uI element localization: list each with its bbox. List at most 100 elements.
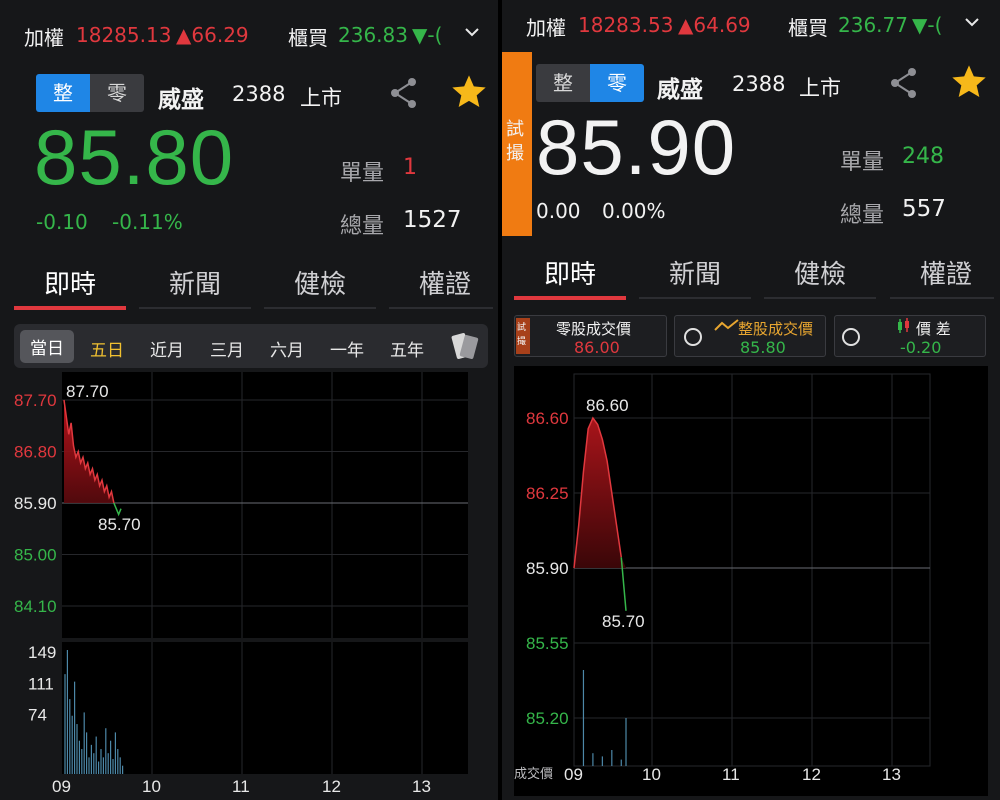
range-today[interactable]: 當日 [20,330,74,363]
trend-icon [714,318,740,338]
star-icon[interactable] [448,72,490,116]
price-change-pct: 0.00% [602,199,666,223]
stock-code: 2388 [232,82,286,106]
y-tick-label: 86.80 [14,443,57,462]
unit-volume: 1 [403,155,417,180]
range-6month[interactable]: 六月 [270,336,304,361]
tab-underline [764,297,876,299]
total-volume: 1527 [403,207,462,233]
tab-underline [139,307,251,309]
trial-mini-label: 試撮 [517,323,527,347]
tab-checkup[interactable]: 健檢 [264,264,376,301]
radio-diff[interactable] [842,328,860,346]
plot-area [573,373,931,767]
volume-tick-label: 74 [28,705,47,724]
tab-warrants[interactable]: 權證 [389,264,498,301]
tab-checkup[interactable]: 健檢 [764,254,876,291]
unit-volume-label: 單量 [340,161,385,186]
tab-underline [264,307,376,309]
range-5day[interactable]: 五日 [90,336,124,361]
x-tick-label: 11 [722,765,740,784]
tab-underline [890,297,994,299]
stock-name: 威盛 [657,77,703,103]
x-tick-label: 09 [52,777,71,796]
y-tick-label: 85.55 [526,634,569,653]
y-tick-label: 86.25 [526,484,569,503]
odd-lot-button[interactable]: 零 [590,64,644,102]
taiex-value: 18283.53 [578,13,674,37]
price-change: 0.00 [536,199,581,223]
y-tick-label: 85.20 [526,709,569,728]
intraday-chart: 87.70 86.80 85.90 85.00 84.10 87.70 85.70 149 11… [14,372,468,796]
last-price: 85.90 [536,103,737,191]
chevron-down-icon[interactable] [962,12,982,36]
taiex-value: 18285.13 [76,23,172,47]
whole-lot-button[interactable]: 整 [536,64,590,102]
otc-label: 櫃買 [788,16,828,40]
tab-realtime[interactable]: 即時 [514,254,626,291]
share-icon[interactable] [888,66,920,104]
right-screen: 加權 18283.53 ▲64.69 櫃買 236.77 ▼-( 試撮 整 零 … [502,0,1000,800]
tab-news[interactable]: 新聞 [139,264,251,301]
x-axis-prefix: 成交價 [514,766,553,781]
x-tick-label: 13 [882,765,901,784]
tab-news[interactable]: 新聞 [639,254,751,291]
y-tick-label: 85.90 [14,494,57,513]
y-tick-label: 84.10 [14,597,57,616]
taiex-change: ▲64.69 [678,13,751,37]
whole-lot-button[interactable]: 整 [36,74,90,112]
otc-label: 櫃買 [288,26,328,50]
price-change-pct: -0.11% [112,210,183,234]
x-tick-label: 12 [802,765,821,784]
tab-realtime[interactable]: 即時 [14,264,126,301]
total-volume-label: 總量 [840,203,885,228]
range-1year[interactable]: 一年 [330,336,364,361]
tab-underline [639,297,751,299]
rotate-screen-icon[interactable] [446,328,484,368]
odd-price-label: 零股成交價 [556,320,632,338]
odd-price-value: 86.00 [574,338,620,357]
range-3month[interactable]: 三月 [210,336,244,361]
otc-change: ▼-( [912,13,943,37]
stock-code: 2388 [732,72,786,96]
taiex-label: 加權 [526,16,566,40]
star-icon[interactable] [948,62,990,106]
range-5year[interactable]: 五年 [390,336,424,361]
chevron-down-icon[interactable] [462,22,482,46]
x-tick-label: 10 [642,765,661,784]
low-annotation: 85.70 [98,515,141,534]
price-diff-label: 價 差 [916,320,951,338]
volume-panel-bg [62,642,468,774]
stock-market: 上市 [300,86,342,110]
taiex-change: ▲66.29 [176,23,249,47]
y-tick-label: 85.90 [526,559,569,578]
low-annotation: 85.70 [602,612,645,631]
high-annotation: 86.60 [586,396,629,415]
price-diff-value: -0.20 [900,338,942,357]
volume-tick-label: 149 [28,643,56,662]
y-tick-label: 87.70 [14,391,57,410]
tab-warrants[interactable]: 權證 [890,254,1000,291]
unit-volume: 248 [902,144,944,169]
trial-match-label: 試撮 [506,119,524,164]
taiex-label: 加權 [24,26,64,50]
total-volume-label: 總量 [340,214,385,239]
price-panel-bg [62,372,468,638]
y-tick-label: 85.00 [14,546,57,565]
share-icon[interactable] [388,76,420,114]
last-price: 85.80 [34,113,235,201]
tab-active-underline [14,306,126,310]
tab-underline [389,307,493,309]
volume-tick-label: 111 [28,675,54,694]
x-tick-label: 13 [412,777,431,796]
high-annotation: 87.70 [66,382,109,401]
otc-change: ▼-( [412,23,443,47]
tab-active-underline [514,296,626,300]
stock-market: 上市 [799,76,841,100]
total-volume: 557 [902,196,946,222]
stock-name: 威盛 [158,87,204,113]
radio-whole[interactable] [684,328,702,346]
range-1month[interactable]: 近月 [150,336,184,361]
candlestick-icon [896,317,912,339]
odd-lot-button[interactable]: 零 [90,74,144,112]
